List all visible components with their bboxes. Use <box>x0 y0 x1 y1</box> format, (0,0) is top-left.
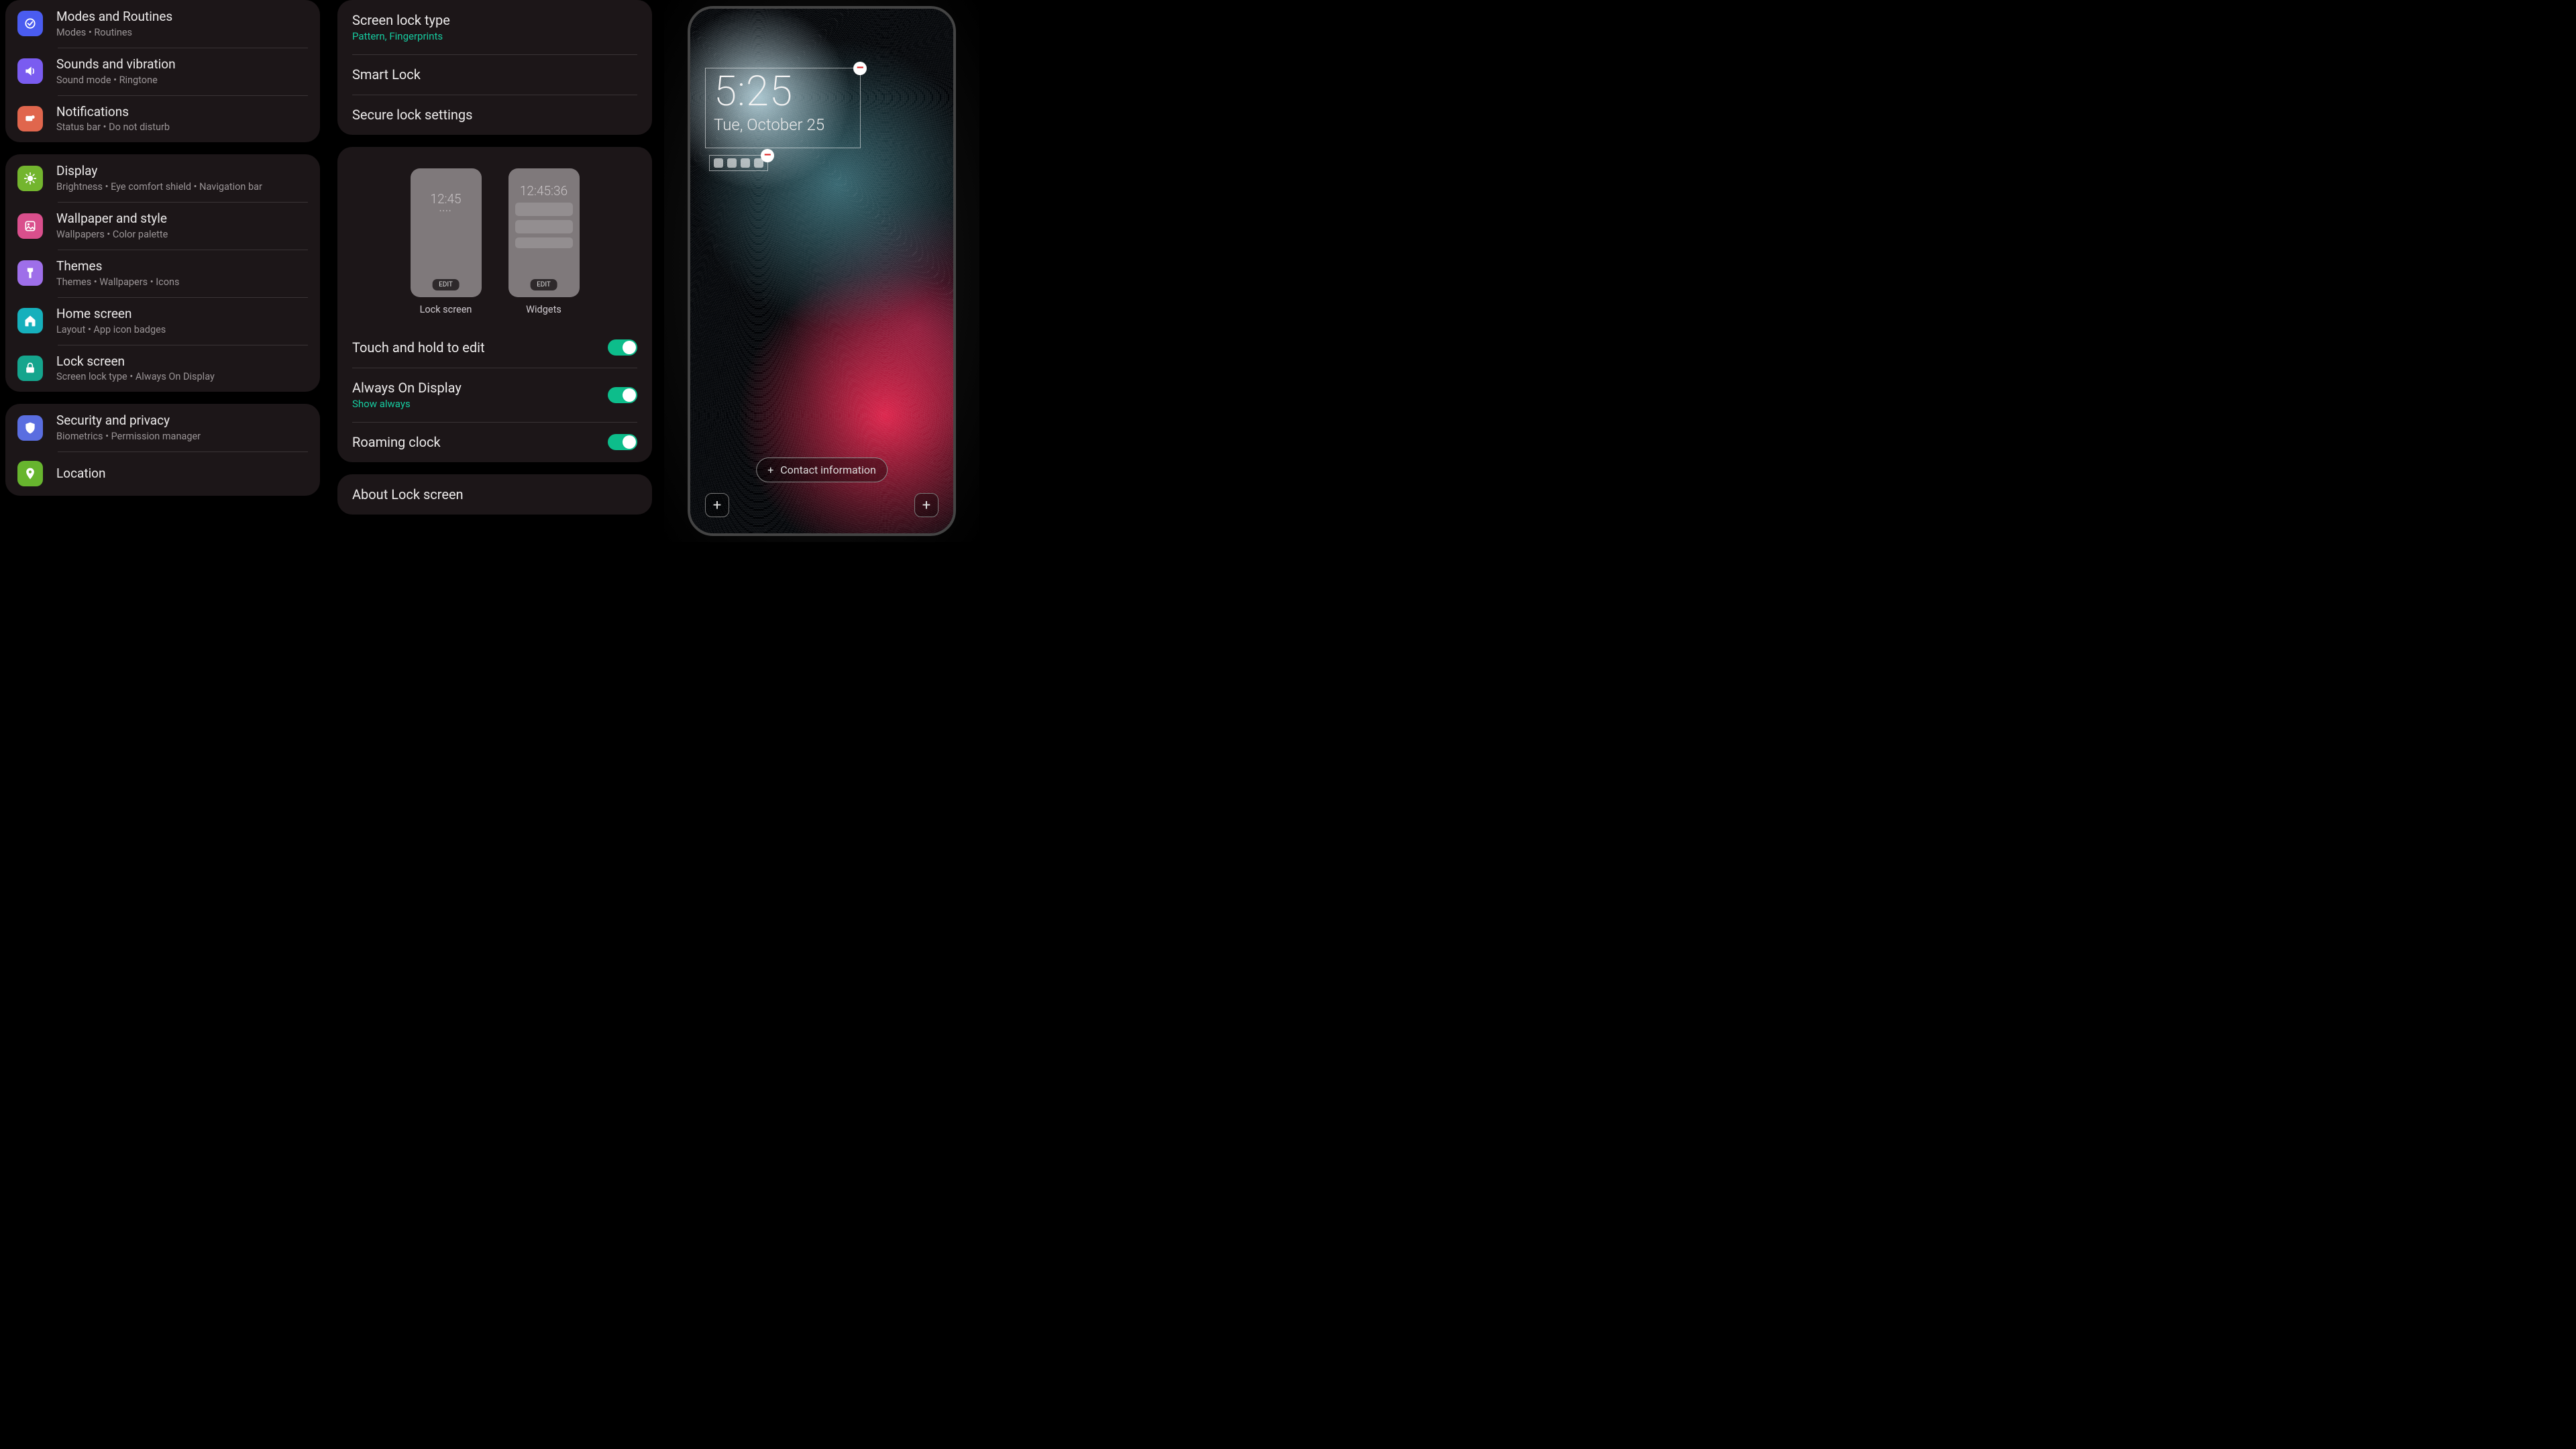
themes-icon <box>17 260 43 286</box>
setting-screen-lock-type[interactable]: Screen lock type Pattern, Fingerprints <box>337 0 652 54</box>
preview-lock-col: 12:45 •••• EDIT Lock screen <box>411 168 482 315</box>
setting-subtitle: Show always <box>352 398 462 410</box>
settings-item-title: Display <box>56 164 308 179</box>
wallpaper-icon <box>17 213 43 239</box>
lock-icon <box>17 356 43 381</box>
notif-icon <box>714 158 723 168</box>
display-icon <box>17 166 43 191</box>
setting-title: Secure lock settings <box>352 107 637 123</box>
settings-item-title: Wallpaper and style <box>56 211 308 227</box>
notif-icon <box>741 158 750 168</box>
settings-item-title: Security and privacy <box>56 413 308 429</box>
settings-item-themes[interactable]: Themes Themes • Wallpapers • Icons <box>5 250 320 297</box>
widgets-preview[interactable]: 12:45:36 EDIT <box>508 168 580 297</box>
lock-preview-group: 12:45 •••• EDIT Lock screen 12:45:36 EDI… <box>337 147 652 462</box>
settings-item-title: Location <box>56 466 308 482</box>
preview-label: Widgets <box>526 304 561 315</box>
preview-widget-line <box>515 220 573 233</box>
clock-widget[interactable]: – 5:25 Tue, October 25 <box>705 68 861 148</box>
clock-time: 5:25 <box>714 71 860 113</box>
settings-item-title: Lock screen <box>56 354 308 370</box>
settings-item-subtitle: Modes • Routines <box>56 27 308 38</box>
notification-icons-widget[interactable]: – <box>709 155 768 171</box>
preview-label: Lock screen <box>420 304 472 315</box>
sound-icon <box>17 58 43 84</box>
home-icon <box>17 308 43 333</box>
settings-item-subtitle: Layout • App icon badges <box>56 324 308 335</box>
notif-icon <box>727 158 737 168</box>
settings-item-title: Home screen <box>56 307 308 322</box>
settings-item-home[interactable]: Home screen Layout • App icon badges <box>5 297 320 345</box>
setting-title: Touch and hold to edit <box>352 339 485 356</box>
clock-date: Tue, October 25 <box>714 115 860 134</box>
settings-item-title: Sounds and vibration <box>56 57 308 72</box>
settings-item-subtitle: Sound mode • Ringtone <box>56 74 308 86</box>
setting-title: About Lock screen <box>352 486 637 502</box>
preview-time: 12:45 <box>430 191 461 207</box>
edit-button[interactable]: EDIT <box>432 279 460 290</box>
add-shortcut-right[interactable]: + <box>914 493 938 517</box>
setting-secure-lock[interactable]: Secure lock settings <box>337 95 652 135</box>
settings-item-title: Notifications <box>56 105 308 120</box>
contact-information-button[interactable]: + Contact information <box>756 458 888 482</box>
settings-item-notif[interactable]: NotificationsStatus bar • Do not disturb <box>5 95 320 143</box>
setting-title: Screen lock type <box>352 12 637 28</box>
phone-preview: – 5:25 Tue, October 25 – + Contact infor… <box>688 6 956 536</box>
setting-roaming-clock[interactable]: Roaming clock <box>337 422 652 462</box>
lockscreen-editor-panel: – 5:25 Tue, October 25 – + Contact infor… <box>664 0 979 542</box>
settings-item-subtitle: Themes • Wallpapers • Icons <box>56 276 308 288</box>
setting-subtitle: Pattern, Fingerprints <box>352 30 637 42</box>
preview-widget-line <box>515 203 573 216</box>
shield-icon <box>17 415 43 441</box>
preview-dots: •••• <box>439 208 452 214</box>
settings-group-3: Security and privacy Biometrics • Permiss… <box>5 404 320 496</box>
settings-item-modes[interactable]: Modes and Routines Modes • Routines <box>5 0 320 48</box>
settings-item-shield[interactable]: Security and privacy Biometrics • Permiss… <box>5 404 320 451</box>
plus-icon: + <box>767 464 773 476</box>
setting-smart-lock[interactable]: Smart Lock <box>337 54 652 95</box>
notif-icon <box>17 106 43 131</box>
lockscreen-preview[interactable]: 12:45 •••• EDIT <box>411 168 482 297</box>
add-shortcut-left[interactable]: + <box>705 493 729 517</box>
preview-time: 12:45:36 <box>520 183 568 199</box>
edit-button[interactable]: EDIT <box>530 279 557 290</box>
settings-group-1: Modes and Routines Modes • Routines Sounds… <box>5 0 320 142</box>
settings-item-title: Modes and Routines <box>56 9 308 25</box>
settings-item-sound[interactable]: Sounds and vibration Sound mode • Rington… <box>5 48 320 95</box>
setting-title: Roaming clock <box>352 434 441 450</box>
setting-aod[interactable]: Always On Display Show always <box>337 368 652 422</box>
settings-item-wallpaper[interactable]: Wallpaper and style Wallpapers • Color pa… <box>5 202 320 250</box>
toggle-switch[interactable] <box>608 387 637 403</box>
preview-widgets-col: 12:45:36 EDIT Widgets <box>508 168 580 315</box>
lock-security-group: Screen lock type Pattern, Fingerprints S… <box>337 0 652 135</box>
lock-about-group: About Lock screen <box>337 474 652 515</box>
preview-row: 12:45 •••• EDIT Lock screen 12:45:36 EDI… <box>337 147 652 327</box>
toggle-switch[interactable] <box>608 339 637 356</box>
setting-title: Always On Display <box>352 380 462 396</box>
settings-group-2: Display Brightness • Eye comfort shield •… <box>5 154 320 392</box>
modes-icon <box>17 11 43 36</box>
settings-item-title: Themes <box>56 259 308 274</box>
contact-label: Contact information <box>780 464 876 476</box>
settings-item-subtitle: Brightness • Eye comfort shield • Naviga… <box>56 181 308 193</box>
setting-about-lock[interactable]: About Lock screen <box>337 474 652 515</box>
settings-panel: Modes and Routines Modes • Routines Sounds… <box>0 0 325 542</box>
remove-icon[interactable]: – <box>761 149 774 162</box>
settings-item-subtitle: Biometrics • Permission manager <box>56 431 308 442</box>
setting-touch-hold[interactable]: Touch and hold to edit <box>337 327 652 368</box>
settings-item-subtitle: Screen lock type • Always On Display <box>56 371 308 382</box>
settings-item-display[interactable]: Display Brightness • Eye comfort shield •… <box>5 154 320 202</box>
preview-widget-line <box>515 237 573 248</box>
settings-item-lock[interactable]: Lock screenScreen lock type • Always On … <box>5 345 320 392</box>
settings-item-subtitle: Wallpapers • Color palette <box>56 229 308 240</box>
settings-item-location[interactable]: Location <box>5 451 320 496</box>
location-icon <box>17 461 43 486</box>
remove-icon[interactable]: – <box>853 62 867 75</box>
settings-item-subtitle: Status bar • Do not disturb <box>56 121 308 133</box>
setting-title: Smart Lock <box>352 66 637 83</box>
toggle-switch[interactable] <box>608 434 637 450</box>
lockscreen-settings-panel: Screen lock type Pattern, Fingerprints S… <box>332 0 657 542</box>
